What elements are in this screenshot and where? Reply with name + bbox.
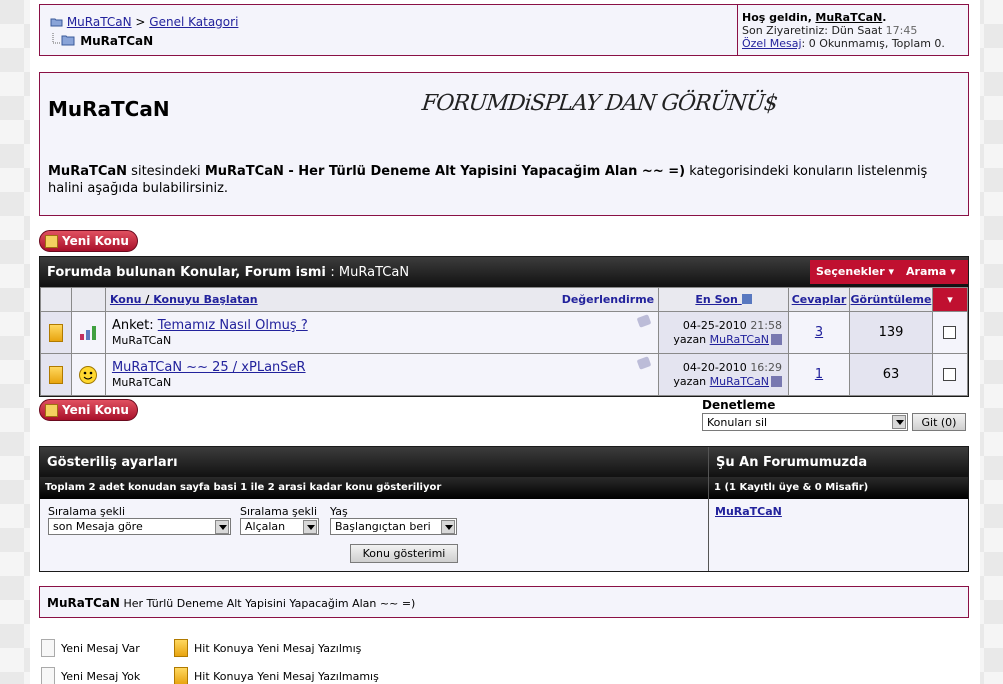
legend-hot-none: Hit Konuya Yeni Mesaj Yazılmamış: [174, 667, 379, 684]
last-post-date: 04-25-2010: [682, 318, 747, 332]
online-heading: Şu An Forumumuzda: [708, 447, 968, 477]
chevron-down-icon: [215, 520, 229, 534]
moderation-go-button[interactable]: Git (0): [912, 413, 966, 431]
last-visit-label: Son Ziyaretiniz: Dün Saat: [742, 24, 883, 37]
sort-desc-icon: [741, 294, 752, 304]
sort-field-select[interactable]: son Mesaja göre: [48, 518, 231, 535]
thread-row: MuRaTCaN ~~ 25 / xPLanSeR MuRaTCaN 04-20…: [40, 353, 969, 396]
last-poster-link[interactable]: MuRaTCaN: [710, 375, 769, 388]
forum-header: MuRaTCaN FORUMDiSPLAY DAN GÖRÜNÜ$ MuRaTC…: [39, 72, 969, 216]
views-count: 63: [849, 353, 933, 396]
pencil-icon: [45, 235, 58, 248]
thread-status-icon: [48, 323, 63, 342]
moderation-select[interactable]: Konuları sil: [702, 413, 908, 431]
chevron-down-icon: [441, 520, 455, 534]
sort-starter[interactable]: Konuyu Başlatan: [153, 293, 257, 306]
display-options-box: Gösteriliş ayarları Şu An Forumumuzda To…: [39, 446, 969, 572]
col-icon: [70, 287, 106, 312]
sort-replies[interactable]: Cevaplar: [788, 287, 850, 312]
breadcrumb-category-link[interactable]: Genel Katagori: [149, 15, 238, 29]
moderation-label: Denetleme: [702, 398, 776, 412]
page: MuRaTCaN > Genel Katagori MuRaTCaN Hoş g…: [30, 0, 980, 684]
pm-status: : 0 Okunmamış, Toplam 0.: [801, 37, 945, 50]
legend-no-new: Yeni Mesaj Yok: [41, 667, 140, 684]
sort-topic[interactable]: Konu: [110, 293, 142, 306]
age-label: Yaş: [330, 505, 348, 518]
username-link[interactable]: MuRaTCaN: [815, 11, 882, 24]
sort-order-select[interactable]: Alçalan: [240, 518, 319, 535]
user-box: Hoş geldin, MuRaTCaN. Son Ziyaretiniz: D…: [737, 4, 969, 56]
thread-checkbox[interactable]: [943, 368, 957, 381]
thread-list-heading: Forumda bulunan Konular, Forum ismi : Mu…: [47, 265, 410, 280]
thread-title-link[interactable]: MuRaTCaN ~~ 25 / xPLanSeR: [112, 360, 306, 375]
forum-description-box: MuRaTCaN Her Türlü Deneme Alt Yapisini Y…: [39, 586, 969, 618]
breadcrumb-current: MuRaTCaN: [50, 33, 153, 48]
footer-forum-desc: Her Türlü Deneme Alt Yapisini Yapacağim …: [119, 597, 416, 610]
last-post-date: 04-20-2010: [682, 360, 747, 374]
chevron-down-icon: [892, 415, 906, 429]
breadcrumb: MuRaTCaN > Genel Katagori: [50, 15, 238, 29]
breadcrumb-home-link[interactable]: MuRaTCaN: [67, 15, 132, 29]
replies-count-link[interactable]: 1: [815, 367, 823, 382]
last-visit-time: 17:45: [885, 24, 918, 37]
online-user-link[interactable]: MuRaTCaN: [715, 505, 782, 518]
sort-field-label: Sıralama şekli: [48, 505, 126, 518]
new-topic-button-top[interactable]: Yeni Konu: [39, 230, 138, 252]
age-select[interactable]: Başlangıçtan beri: [330, 518, 457, 535]
search-menu[interactable]: Arama ▾: [906, 265, 956, 278]
last-post-time: 16:29: [750, 360, 783, 374]
last-poster-link[interactable]: MuRaTCaN: [710, 333, 769, 346]
thread-checkbox[interactable]: [943, 326, 957, 339]
go-last-post-icon[interactable]: [771, 333, 783, 345]
thread-starter: MuRaTCaN: [111, 334, 172, 347]
thread-list: Forumda bulunan Konular, Forum ismi : Mu…: [39, 256, 969, 397]
online-summary: 1 (1 Kayıtlı üye & 0 Misafir): [708, 477, 968, 499]
welcome-text: Hoş geldin,: [742, 11, 812, 24]
breadcrumb-separator: >: [135, 15, 146, 29]
legend-hot-new: Hit Konuya Yeni Mesaj Yazılmış: [174, 639, 361, 657]
hot-thread-new-icon: [174, 639, 188, 657]
sort-last-post[interactable]: En Son: [658, 287, 790, 312]
thread-title-link[interactable]: Temamız Nasıl Olmuş ?: [158, 318, 308, 333]
sort-order-label: Sıralama şekli: [240, 505, 318, 518]
poll-icon: [80, 325, 97, 340]
forum-intro: MuRaTCaN sitesindeki MuRaTCaN - Her Türl…: [48, 164, 928, 196]
logo-text: FORUMDiSPLAY DAN GÖRÜNÜ$: [420, 91, 779, 116]
tree-branch-icon: [52, 33, 75, 46]
private-message-link[interactable]: Özel Mesaj: [742, 37, 802, 50]
footer-forum-name: MuRaTCaN: [47, 596, 120, 610]
new-posts-icon: [41, 639, 55, 657]
new-topic-button-bottom[interactable]: Yeni Konu: [39, 399, 138, 421]
legend-new-posts: Yeni Mesaj Var: [41, 639, 140, 657]
thread-row: Anket: Temamız Nasıl Olmuş ? MuRaTCaN 04…: [40, 311, 969, 354]
thread-tools: Seçenekler ▾ Arama ▾: [810, 260, 968, 284]
sort-rating[interactable]: Değerlendirme: [562, 293, 654, 306]
thread-status-icon: [48, 365, 63, 384]
go-last-post-icon[interactable]: [771, 375, 783, 387]
forum-title: MuRaTCaN: [48, 97, 170, 121]
smiley-icon: [79, 365, 98, 384]
poll-prefix: Anket:: [111, 318, 158, 333]
hot-thread-icon: [174, 667, 188, 684]
col-status: [40, 287, 72, 312]
display-options-heading: Gösteriliş ayarları: [40, 447, 708, 477]
navbar-box: MuRaTCaN > Genel Katagori MuRaTCaN: [39, 4, 739, 56]
home-folder-icon: [50, 16, 63, 27]
replies-count-link[interactable]: 3: [815, 325, 823, 340]
views-count: 139: [849, 311, 933, 354]
last-post-time: 21:58: [750, 318, 783, 332]
sort-views[interactable]: Görüntüleme: [849, 287, 933, 312]
display-summary: Toplam 2 adet konudan sayfa basi 1 ile 2…: [40, 477, 708, 499]
no-new-posts-icon: [41, 667, 55, 684]
current-forum-label: MuRaTCaN: [80, 34, 154, 48]
chevron-down-icon: [303, 520, 317, 534]
select-all-toggle[interactable]: ▾: [931, 287, 969, 312]
thread-starter: MuRaTCaN: [111, 376, 172, 389]
pencil-icon: [45, 404, 58, 417]
options-menu[interactable]: Seçenekler ▾: [816, 265, 894, 278]
show-threads-button[interactable]: Konu gösterimi: [350, 544, 458, 563]
